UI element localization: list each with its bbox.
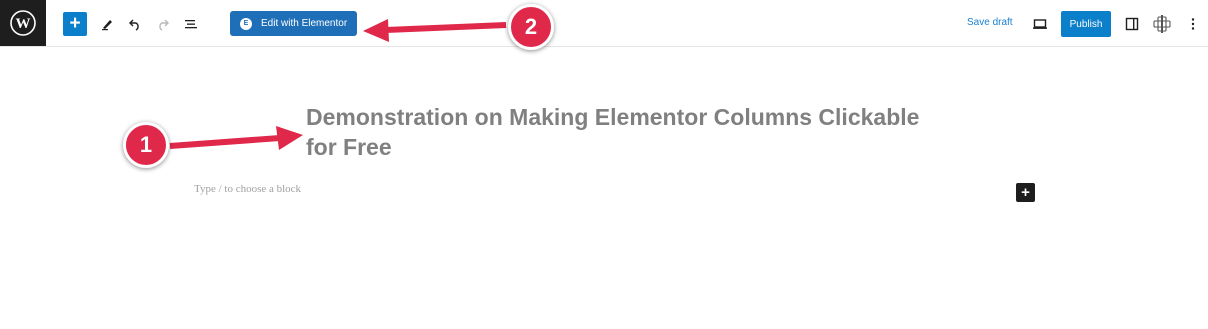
annotation-arrows bbox=[169, 19, 507, 150]
arrow-to-title bbox=[169, 126, 303, 150]
annotation-badge-2: 2 bbox=[508, 4, 554, 50]
annotation-badge-1: 1 bbox=[123, 122, 169, 168]
arrow-to-elementor-button bbox=[363, 19, 507, 42]
